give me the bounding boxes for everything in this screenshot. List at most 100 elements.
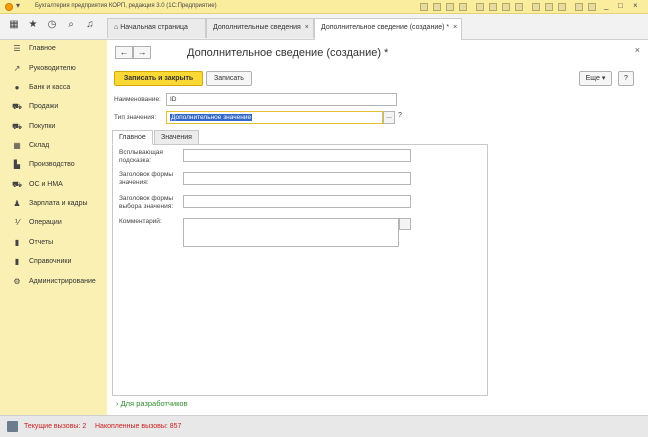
value-form-header-label: Заголовок формы значения: [119, 171, 174, 186]
selection-form-header-field[interactable] [183, 195, 411, 208]
table-icon[interactable] [515, 3, 523, 11]
warehouse-icon: ▦ [13, 141, 21, 150]
main-tab-panel: Всплывающая подсказка: Заголовок формы з… [112, 144, 488, 396]
sidebar-item-label: Продажи [29, 103, 59, 110]
accumulated-calls-status: Накопленные вызовы: 857 [95, 423, 182, 430]
name-field[interactable]: ID [166, 93, 397, 106]
sidebar-item-label: Операции [29, 219, 62, 226]
person-icon: ♟ [13, 199, 21, 208]
minimize-button[interactable]: _ [604, 1, 608, 10]
sidebar-item-purchases[interactable]: ⛟ Покупки [0, 120, 107, 136]
save-icon[interactable] [433, 3, 441, 11]
developers-section-link[interactable]: › Для разработчиков [116, 399, 188, 408]
trend-chart-icon: ↗ [13, 64, 21, 73]
sidebar-item-directories[interactable]: ▮ Справочники [0, 255, 107, 271]
name-label: Наименование: [114, 96, 161, 103]
sidebar-item-manager[interactable]: ↗ Руководителю [0, 62, 107, 78]
print-icon[interactable] [446, 3, 454, 11]
factory-icon: ▙ [13, 160, 21, 169]
document-icon[interactable] [420, 3, 428, 11]
sidebar-item-label: Банк и касса [29, 84, 71, 91]
mail-icon[interactable] [476, 3, 484, 11]
sidebar-item-fixed-assets[interactable]: ⛟ ОС и НМА [0, 178, 107, 194]
save-and-close-button[interactable]: Записать и закрыть [114, 71, 203, 86]
app-logo-icon [5, 3, 13, 11]
more-button[interactable]: Еще ▾ [579, 71, 612, 86]
sidebar-item-label: Отчеты [29, 239, 54, 246]
gear-icon: ⚙ [13, 277, 21, 286]
settings-icon[interactable] [588, 3, 596, 11]
coin-icon: ● [14, 83, 20, 92]
memory-minus-icon[interactable] [545, 3, 553, 11]
cart-icon: ⛟ [12, 122, 23, 131]
bar-chart-icon: ▮ [14, 238, 20, 247]
back-button[interactable]: ← [115, 46, 133, 59]
sidebar-item-bank-cash[interactable]: ● Банк и касса [0, 81, 107, 97]
home-icon: ⌂ [114, 24, 119, 31]
tab-close-icon[interactable]: × [453, 24, 457, 31]
tab-home[interactable]: ⌂ Начальная страница [107, 18, 206, 38]
restore-button[interactable]: □ [618, 1, 623, 10]
sidebar-item-label: Производство [29, 161, 75, 168]
tab-main[interactable]: Главное [112, 130, 153, 145]
status-bar: Текущие вызовы: 2 Накопленные вызовы: 85… [0, 415, 648, 437]
expand-arrow-icon: › [116, 399, 119, 408]
sidebar-item-sales[interactable]: ⛟ Продажи [0, 100, 107, 116]
help-button[interactable]: ? [618, 71, 634, 86]
link-icon[interactable] [459, 3, 467, 11]
page-title: Дополнительное сведение (создание) * [187, 47, 389, 59]
memory-plus-icon[interactable] [532, 3, 540, 11]
value-form-header-field[interactable] [183, 172, 411, 185]
close-window-button[interactable]: × [633, 1, 638, 10]
favorites-star-icon[interactable]: ★ [26, 19, 40, 30]
tooltip-field[interactable] [183, 149, 411, 162]
value-type-selected-text: Дополнительное значение [170, 114, 253, 121]
comment-field[interactable] [183, 218, 399, 247]
tab-additional-info-create[interactable]: Дополнительное сведение (создание) * × [314, 18, 462, 40]
value-type-label: Тип значения: [114, 114, 157, 121]
operations-icon: ⅟ [14, 218, 20, 227]
sidebar-item-administration[interactable]: ⚙ Администрирование [0, 275, 107, 291]
sidebar-item-warehouse[interactable]: ▦ Склад [0, 139, 107, 155]
close-form-icon[interactable]: × [635, 45, 640, 55]
truck-icon: ⛟ [12, 180, 23, 189]
window-title: Бухгалтерия предприятия КОРП, редакция 3… [35, 3, 217, 9]
status-monitor-icon[interactable] [7, 421, 18, 432]
save-button[interactable]: Записать [206, 71, 252, 86]
zoom-icon[interactable] [558, 3, 566, 11]
value-type-select-button[interactable]: ... [383, 111, 395, 124]
tab-values[interactable]: Значения [154, 130, 199, 145]
navigation-bar: ▦ ★ ◷ ⌕ ♫ ⌂ Начальная страница Дополните… [0, 14, 648, 40]
calculator-icon[interactable] [502, 3, 510, 11]
form-area: ← → Дополнительное сведение (создание) *… [107, 40, 648, 415]
main-menu-button[interactable]: ▾ [16, 1, 20, 10]
tab-close-icon[interactable]: × [305, 24, 309, 31]
history-icon[interactable]: ◷ [45, 19, 59, 30]
sidebar-item-operations[interactable]: ⅟ Операции [0, 216, 107, 232]
info-icon[interactable] [575, 3, 583, 11]
value-type-field[interactable]: Дополнительное значение [166, 111, 383, 124]
comment-label: Комментарий: [119, 218, 162, 225]
forward-button[interactable]: → [133, 46, 151, 59]
comment-open-button[interactable] [399, 218, 411, 230]
sidebar-item-label: Руководителю [29, 65, 76, 72]
sidebar-item-label: ОС и НМА [29, 181, 63, 188]
value-type-help-icon[interactable]: ? [398, 112, 402, 119]
calendar-icon[interactable] [489, 3, 497, 11]
tab-label: Дополнительное сведение (создание) * [321, 24, 450, 31]
sidebar-item-label: Главное [29, 45, 56, 52]
sidebar-item-salary-hr[interactable]: ♟ Зарплата и кадры [0, 197, 107, 213]
search-icon[interactable]: ⌕ [64, 19, 78, 30]
apps-grid-icon[interactable]: ▦ [7, 19, 21, 30]
book-icon: ▮ [14, 257, 20, 266]
tooltip-label: Всплывающая подсказка: [119, 149, 163, 164]
tab-additional-info-list[interactable]: Дополнительные сведения × [206, 18, 314, 38]
sidebar-item-reports[interactable]: ▮ Отчеты [0, 236, 107, 252]
notifications-bell-icon[interactable]: ♫ [83, 19, 97, 30]
developers-link-label: Для разработчиков [120, 399, 188, 408]
sidebar-item-label: Зарплата и кадры [29, 200, 88, 207]
sidebar-item-production[interactable]: ▙ Производство [0, 158, 107, 174]
sidebar-item-main[interactable]: ☰ Главное [0, 42, 107, 58]
sidebar-item-label: Покупки [29, 123, 56, 130]
sales-icon: ⛟ [12, 102, 23, 111]
